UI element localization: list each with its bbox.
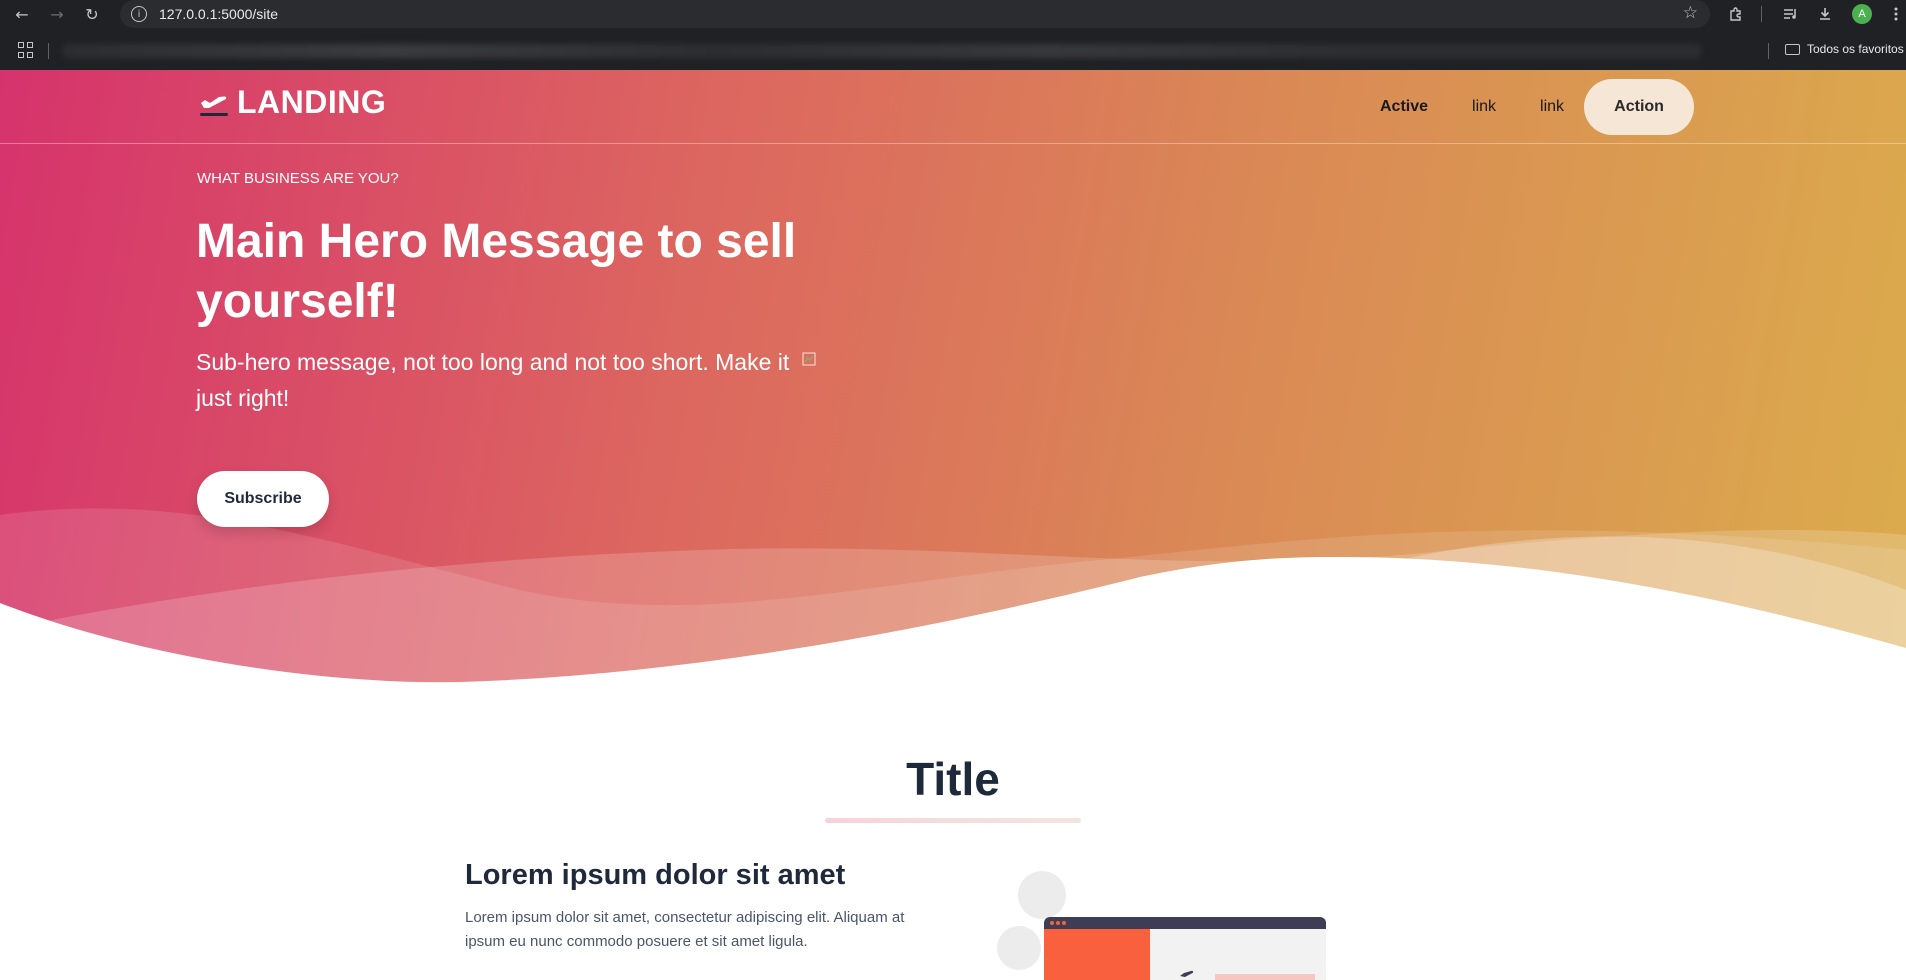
decorative-circle	[1018, 871, 1066, 919]
subscribe-button[interactable]: Subscribe	[197, 471, 329, 527]
all-bookmarks-label: Todos os favoritos	[1807, 42, 1904, 56]
hero-eyebrow: WHAT BUSINESS ARE YOU?	[197, 170, 399, 187]
bookmarks-bar: Todos os favoritos	[0, 36, 1906, 66]
hero-title: Main Hero Message to sell yourself!	[196, 215, 797, 328]
hero-subtitle: Sub-hero message, not too long and not t…	[196, 349, 790, 411]
nav-divider	[0, 143, 1906, 144]
bookmark-star-icon[interactable]: ☆	[1683, 3, 1698, 23]
toolbar-divider	[1761, 6, 1762, 22]
url-text[interactable]: 127.0.0.1:5000/site	[159, 6, 278, 22]
back-icon[interactable]: ←	[10, 2, 34, 26]
logo-text: LANDING	[237, 84, 387, 120]
extensions-icon[interactable]	[1724, 2, 1748, 26]
plane-takeoff-icon	[200, 95, 228, 116]
feature-illustration	[997, 871, 1326, 980]
reload-icon[interactable]: ↻	[80, 2, 104, 26]
hero-section: LANDING Active link link Action WHAT BUS…	[0, 70, 1906, 710]
media-controls-icon[interactable]	[1778, 2, 1802, 26]
feature-heading: Lorem ipsum dolor sit amet	[465, 859, 846, 891]
blurred-bookmarks	[62, 44, 1702, 58]
site-info-icon[interactable]: i	[131, 6, 147, 22]
sidebar-block	[1044, 929, 1150, 980]
main-nav: Active link link Action	[1380, 79, 1695, 135]
nav-link[interactable]: link	[1540, 98, 1564, 116]
action-button[interactable]: Action	[1584, 79, 1695, 135]
feature-text: Lorem ipsum dolor sit amet, consectetur …	[465, 909, 905, 950]
bookmarks-divider	[48, 43, 49, 59]
apps-grid-icon[interactable]	[18, 42, 34, 58]
browser-toolbar: ← → ↻ i 127.0.0.1:5000/site ☆ A	[0, 0, 1906, 28]
address-bar[interactable]: i 127.0.0.1:5000/site ☆	[120, 0, 1710, 28]
all-bookmarks-button[interactable]: Todos os favoritos	[1785, 42, 1904, 56]
brand-logo[interactable]: LANDING	[197, 84, 386, 121]
title-underline	[825, 818, 1081, 823]
decorative-circle	[997, 926, 1041, 970]
nav-link-active[interactable]: Active	[1380, 98, 1428, 116]
section-title: Title	[906, 753, 1000, 805]
kebab-menu-icon[interactable]	[1888, 2, 1904, 26]
downloads-icon[interactable]	[1813, 2, 1837, 26]
forward-icon[interactable]: →	[45, 2, 69, 26]
broken-image-icon	[802, 352, 816, 366]
profile-avatar[interactable]: A	[1852, 4, 1872, 24]
bookmarks-divider	[1768, 43, 1769, 59]
browser-chrome: ← → ↻ i 127.0.0.1:5000/site ☆ A Todos os…	[0, 0, 1906, 70]
folder-icon	[1785, 43, 1800, 55]
nav-link[interactable]: link	[1472, 98, 1496, 116]
